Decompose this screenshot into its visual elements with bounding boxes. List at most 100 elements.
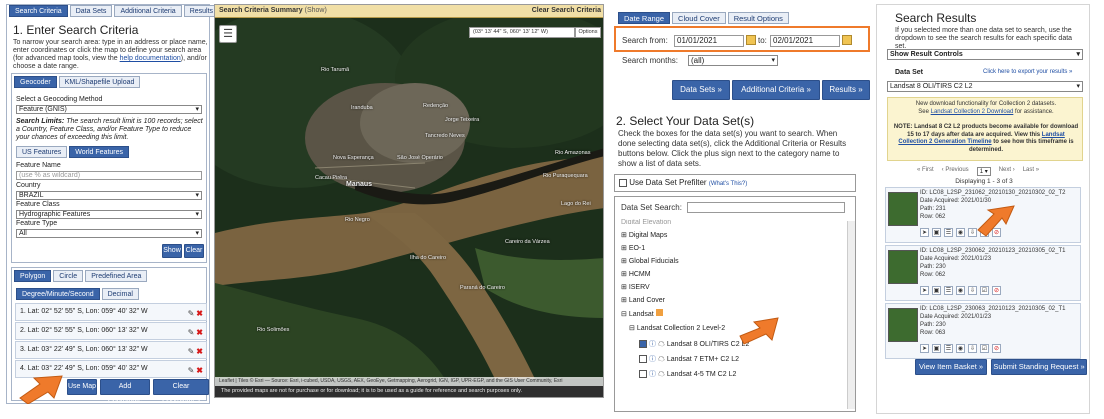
footprint-icon[interactable]: ➤ xyxy=(920,286,929,295)
tree-item[interactable]: Digital Elevation xyxy=(621,219,671,224)
dataset-item[interactable]: ⓘ ☁ Landsat 4-5 TM C2 L2 xyxy=(639,369,736,379)
options-button[interactable]: Options xyxy=(575,27,601,38)
months-select[interactable]: (all) xyxy=(688,55,778,66)
delete-icon[interactable]: ✖ xyxy=(196,309,203,318)
tab-us-features[interactable]: US Features xyxy=(16,146,68,158)
clear-search-criteria-link[interactable]: Clear Search Criteria xyxy=(532,5,601,17)
scrollbar[interactable] xyxy=(847,221,855,409)
from-date-input[interactable]: 01/01/2021 xyxy=(674,35,744,47)
scene-thumbnail[interactable] xyxy=(888,308,918,342)
edit-icon[interactable]: ✎ xyxy=(188,309,195,318)
add-coordinate-button[interactable]: Add Coordinate xyxy=(100,379,150,404)
browse-icon[interactable]: ▣ xyxy=(932,228,941,237)
download-icon[interactable]: ⇩ xyxy=(968,344,977,353)
country-select[interactable]: BRAZIL xyxy=(16,191,202,200)
tree-collection[interactable]: ⊟ Landsat Collection 2 Level-2 xyxy=(629,324,725,332)
map-panel[interactable]: Search Criteria Summary (Show) Clear Sear… xyxy=(214,4,604,398)
pager-previous[interactable]: ‹ Previous xyxy=(942,167,969,176)
pager-last[interactable]: Last » xyxy=(1023,167,1039,176)
tree-item[interactable]: ⊞ Digital Maps xyxy=(621,231,667,239)
clear-button[interactable]: Clear xyxy=(184,244,204,258)
dataset-item[interactable]: ⓘ ☁ Landsat 8 OLI/TIRS C2 L2 xyxy=(639,339,749,349)
tree-item[interactable]: ⊞ Land Cover xyxy=(621,296,665,304)
feature-name-input[interactable]: (use % as wildcard) xyxy=(16,171,202,180)
metadata-icon[interactable]: ☰ xyxy=(944,344,953,353)
pager-first[interactable]: « First xyxy=(917,167,934,176)
tab-circle[interactable]: Circle xyxy=(53,270,84,282)
edit-icon[interactable]: ✎ xyxy=(188,328,195,337)
delete-icon[interactable]: ✖ xyxy=(196,366,203,375)
submit-standing-request-button[interactable]: Submit Standing Request » xyxy=(991,359,1087,375)
scene-thumbnail[interactable] xyxy=(888,250,918,284)
footprint-icon[interactable]: ➤ xyxy=(920,228,929,237)
method-select[interactable]: Feature (GNIS) xyxy=(16,105,202,114)
edit-icon[interactable]: ✎ xyxy=(188,366,195,375)
dataset-checkbox[interactable] xyxy=(639,340,647,349)
results-button[interactable]: Results » xyxy=(822,80,870,100)
compare-icon[interactable]: ◉ xyxy=(956,344,965,353)
view-item-basket-button[interactable]: View Item Basket » xyxy=(915,359,987,375)
result-item[interactable]: ID: LC08_L2SP_230063_20210123_20210305_0… xyxy=(885,303,1081,359)
basket-icon[interactable]: ☑ xyxy=(980,286,989,295)
browse-icon[interactable]: ▣ xyxy=(932,344,941,353)
download-icon[interactable]: ⇩ xyxy=(968,286,977,295)
tab-geocoder[interactable]: Geocoder xyxy=(14,76,57,88)
summary-show-link[interactable]: (Show) xyxy=(305,7,327,14)
tab-data-sets[interactable]: Data Sets xyxy=(69,5,113,17)
tab-decimal[interactable]: Decimal xyxy=(101,288,139,300)
delete-icon[interactable]: ✖ xyxy=(196,347,203,356)
tab-result-options[interactable]: Result Options xyxy=(727,12,789,24)
tab-cloud-cover[interactable]: Cloud Cover xyxy=(672,12,726,24)
dataset-checkbox[interactable] xyxy=(639,370,647,379)
clear-coordinates-button[interactable]: Clear Coordinates xyxy=(153,379,209,404)
compare-icon[interactable]: ◉ xyxy=(956,228,965,237)
basket-icon[interactable]: ☑ xyxy=(980,344,989,353)
browse-icon[interactable]: ▣ xyxy=(932,286,941,295)
use-map-button[interactable]: Use Map xyxy=(67,379,97,395)
footprint-icon[interactable]: ➤ xyxy=(920,344,929,353)
tab-polygon[interactable]: Polygon xyxy=(14,270,52,282)
tab-dms[interactable]: Degree/Minute/Second xyxy=(16,288,100,300)
layers-icon[interactable]: ☰ xyxy=(219,25,237,43)
tab-world-features[interactable]: World Features xyxy=(69,146,130,158)
whats-this-link[interactable]: (What's This?) xyxy=(709,181,747,187)
edit-icon[interactable]: ✎ xyxy=(188,347,195,356)
calendar-icon[interactable] xyxy=(842,35,852,45)
type-select[interactable]: All xyxy=(16,229,202,238)
satellite-map[interactable] xyxy=(215,18,604,379)
data-sets-button[interactable]: Data Sets » xyxy=(672,80,730,100)
exclude-icon[interactable]: ⊘ xyxy=(992,344,1001,353)
tree-item[interactable]: ⊞ Global Fiducials xyxy=(621,257,679,265)
delete-icon[interactable]: ✖ xyxy=(196,328,203,337)
result-controls-select[interactable]: Show Result Controls xyxy=(887,49,1083,60)
tab-additional-criteria[interactable]: Additional Criteria xyxy=(114,5,182,17)
scene-thumbnail[interactable] xyxy=(888,192,918,226)
help-link[interactable]: help documentation xyxy=(120,55,181,62)
tree-item[interactable]: ⊞ ISERV xyxy=(621,283,650,291)
show-button[interactable]: Show xyxy=(162,244,182,258)
pager-page-select[interactable]: 1 ▾ xyxy=(976,167,991,176)
tab-kml-upload[interactable]: KML/Shapefile Upload xyxy=(58,76,141,88)
exclude-icon[interactable]: ⊘ xyxy=(992,286,1001,295)
metadata-icon[interactable]: ☰ xyxy=(944,286,953,295)
tab-search-criteria[interactable]: Search Criteria xyxy=(9,5,68,17)
dataset-checkbox[interactable] xyxy=(639,355,647,364)
pager-next[interactable]: Next › xyxy=(999,167,1015,176)
data-set-select[interactable]: Landsat 8 OLI/TIRS C2 L2 xyxy=(887,81,1083,92)
result-item[interactable]: ID: LC08_L2SP_230062_20210123_20210305_0… xyxy=(885,245,1081,301)
tab-date-range[interactable]: Date Range xyxy=(618,12,671,24)
dataset-item[interactable]: ⓘ ☁ Landsat 7 ETM+ C2 L2 xyxy=(639,354,739,364)
compare-icon[interactable]: ◉ xyxy=(956,286,965,295)
collection2-download-link[interactable]: Landsat Collection 2 Download xyxy=(931,109,1014,115)
tree-item[interactable]: ⊞ EO-1 xyxy=(621,244,645,252)
metadata-icon[interactable]: ☰ xyxy=(944,228,953,237)
calendar-icon[interactable] xyxy=(746,35,756,45)
class-select[interactable]: Hydrographic Features xyxy=(16,210,202,219)
additional-criteria-button[interactable]: Additional Criteria » xyxy=(732,80,820,100)
tree-item[interactable]: ⊞ HCMM xyxy=(621,270,651,278)
to-date-input[interactable]: 02/01/2021 xyxy=(770,35,840,47)
export-results-link[interactable]: Click here to export your results » xyxy=(983,69,1072,75)
prefilter-checkbox[interactable] xyxy=(619,178,627,187)
tab-predefined-area[interactable]: Predefined Area xyxy=(85,270,148,282)
tree-item-landsat[interactable]: ⊟ Landsat xyxy=(621,309,663,318)
